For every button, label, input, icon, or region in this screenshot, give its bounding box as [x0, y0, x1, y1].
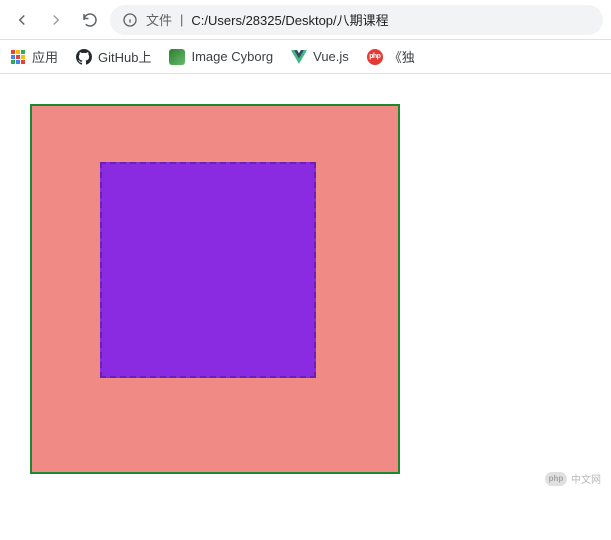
bookmark-label: 《独 [389, 47, 415, 66]
github-icon [76, 49, 92, 65]
address-bar[interactable]: 文件 | C:/Users/28325/Desktop/八期课程 [110, 5, 603, 35]
php-badge-icon: php [545, 472, 567, 486]
inner-box [100, 162, 316, 378]
bookmark-apps[interactable]: 应用 [10, 47, 58, 66]
php-icon: php [367, 49, 383, 65]
cyborg-icon [169, 49, 185, 65]
bookmark-vuejs[interactable]: Vue.js [291, 49, 349, 65]
url-separator: | [180, 12, 183, 27]
bookmark-label: GitHub上 [98, 47, 151, 66]
url-path: C:/Users/28325/Desktop/八期课程 [191, 10, 388, 29]
url-prefix: 文件 [146, 10, 172, 29]
apps-icon [10, 49, 26, 65]
reload-button[interactable] [76, 6, 104, 34]
bookmark-image-cyborg[interactable]: Image Cyborg [169, 49, 273, 65]
reload-icon [81, 11, 99, 29]
info-icon [122, 12, 138, 28]
bookmark-label: Vue.js [313, 49, 349, 64]
vue-icon [291, 49, 307, 65]
bookmark-php[interactable]: php 《独 [367, 47, 415, 66]
bookmark-label: Image Cyborg [191, 49, 273, 64]
arrow-left-icon [13, 11, 31, 29]
back-button[interactable] [8, 6, 36, 34]
bookmark-label: 应用 [32, 47, 58, 66]
browser-toolbar: 文件 | C:/Users/28325/Desktop/八期课程 [0, 0, 611, 40]
outer-box [30, 104, 400, 474]
arrow-right-icon [47, 11, 65, 29]
watermark-text: 中文网 [571, 471, 601, 486]
page-content: php 中文网 [0, 74, 611, 474]
bookmarks-bar: 应用 GitHub上 Image Cyborg Vue.js php 《独 [0, 40, 611, 74]
watermark: php 中文网 [545, 471, 601, 486]
forward-button[interactable] [42, 6, 70, 34]
bookmark-github[interactable]: GitHub上 [76, 47, 151, 66]
